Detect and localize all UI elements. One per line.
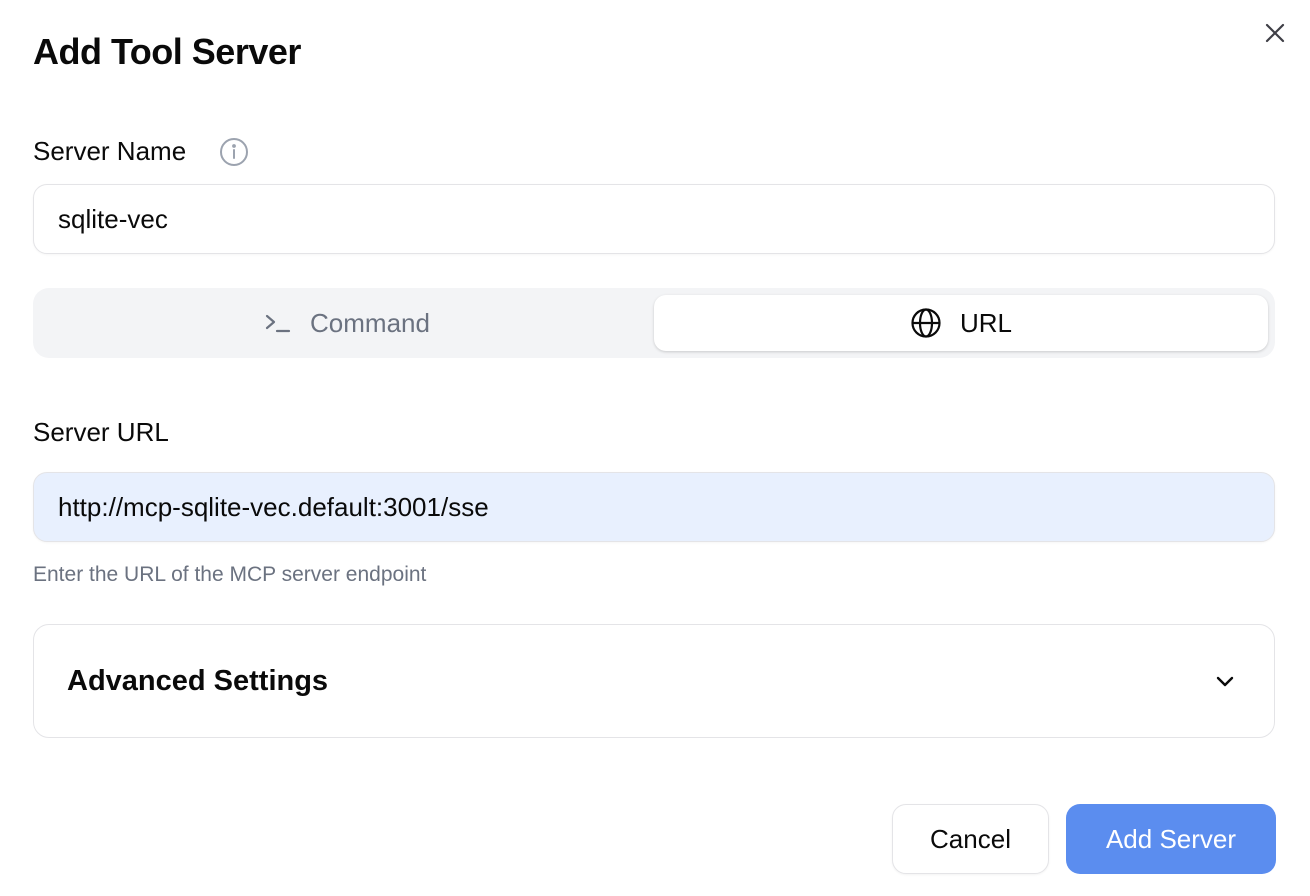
add-server-button[interactable]: Add Server <box>1066 804 1276 874</box>
tab-command-label: Command <box>310 307 430 338</box>
close-button[interactable] <box>1258 18 1292 52</box>
server-url-helper-text: Enter the URL of the MCP server endpoint <box>33 563 427 586</box>
server-name-label: Server Name <box>33 136 187 166</box>
terminal-icon <box>264 311 292 335</box>
advanced-settings-label: Advanced Settings <box>67 664 329 697</box>
dialog-title: Add Tool Server <box>33 31 301 72</box>
mode-tabs: Command URL <box>33 288 1275 358</box>
advanced-settings-toggle[interactable]: Advanced Settings <box>33 624 1275 738</box>
close-icon[interactable] <box>1263 21 1287 50</box>
info-icon[interactable] <box>218 136 250 168</box>
globe-icon <box>910 307 942 339</box>
server-url-input[interactable] <box>33 472 1275 542</box>
tab-url-label: URL <box>959 307 1012 338</box>
chevron-down-icon[interactable] <box>1212 668 1238 694</box>
tab-command[interactable]: Command <box>40 295 654 351</box>
tab-url[interactable]: URL <box>654 295 1268 351</box>
server-name-input[interactable] <box>33 184 1275 254</box>
server-url-label: Server URL <box>33 417 169 447</box>
cancel-button[interactable]: Cancel <box>892 804 1049 874</box>
